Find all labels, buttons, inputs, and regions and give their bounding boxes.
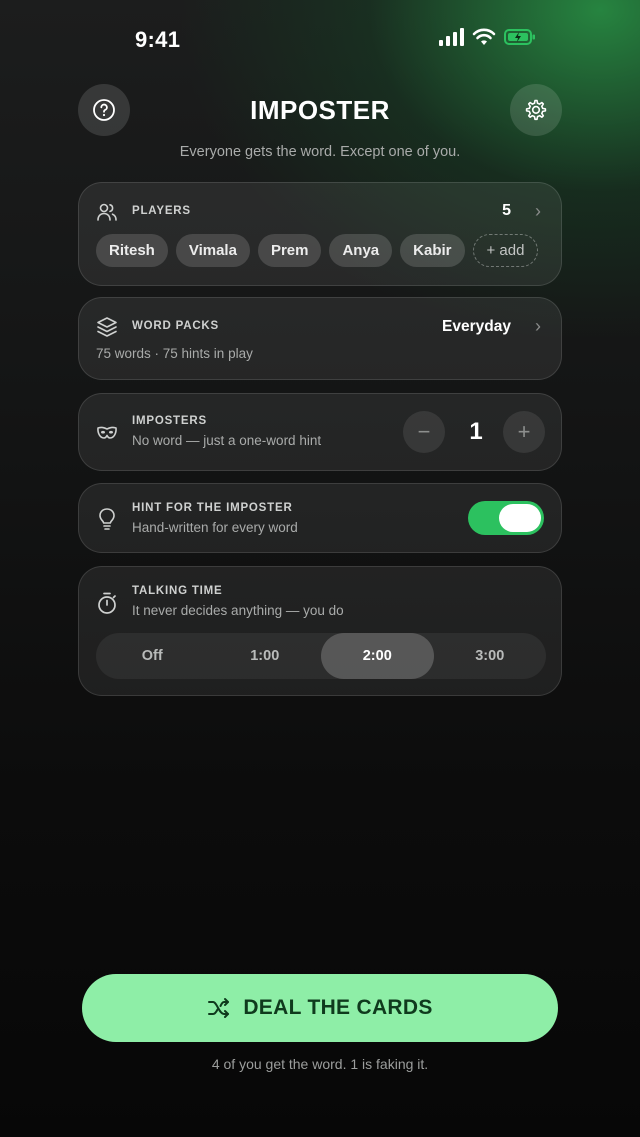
talking-time-label: TALKING TIME bbox=[132, 585, 223, 597]
lightbulb-icon bbox=[95, 507, 119, 531]
status-time: 9:41 bbox=[135, 27, 181, 52]
player-chip[interactable]: Prem bbox=[257, 234, 322, 267]
chevron-right-icon: › bbox=[535, 201, 541, 221]
increase-imposters-button[interactable]: + bbox=[503, 411, 545, 453]
players-count: 5 bbox=[502, 202, 511, 219]
word-packs-card[interactable]: WORD PACKS Everyday › 75 words · 75 hint… bbox=[78, 297, 562, 380]
signal-icon bbox=[439, 28, 464, 46]
player-chip[interactable]: Ritesh bbox=[96, 234, 168, 267]
hint-label: HINT FOR THE IMPOSTER bbox=[132, 502, 293, 514]
hint-description: Hand-written for every word bbox=[132, 520, 298, 535]
stopwatch-icon bbox=[95, 591, 119, 615]
talking-time-card: TALKING TIME It never decides anything —… bbox=[78, 566, 562, 696]
player-chip[interactable]: Kabir bbox=[400, 234, 465, 267]
talking-time-selector: Off 1:00 2:00 3:00 bbox=[96, 633, 546, 679]
deal-cards-button[interactable]: DEAL THE CARDS bbox=[82, 974, 558, 1042]
player-chips: Ritesh Vimala Prem Anya Kabir + add bbox=[96, 234, 539, 267]
imposters-count: 1 bbox=[469, 418, 483, 445]
time-option-3-00[interactable]: 3:00 bbox=[434, 633, 547, 679]
hint-card: HINT FOR THE IMPOSTER Hand-written for e… bbox=[78, 483, 562, 553]
subtitle: Everyone gets the word. Except one of yo… bbox=[179, 144, 461, 160]
mask-icon bbox=[95, 421, 119, 445]
decrease-imposters-button[interactable]: − bbox=[403, 411, 445, 453]
word-packs-label: WORD PACKS bbox=[132, 320, 220, 332]
deal-cards-label: DEAL THE CARDS bbox=[243, 996, 433, 1019]
settings-button[interactable] bbox=[510, 84, 562, 136]
add-player-button[interactable]: + add bbox=[472, 234, 539, 267]
hint-toggle[interactable] bbox=[468, 501, 544, 535]
deal-footnote: 4 of you get the word. 1 is faking it. bbox=[211, 1056, 429, 1072]
time-option-off[interactable]: Off bbox=[96, 633, 209, 679]
word-packs-description: 75 words · 75 hints in play bbox=[96, 346, 253, 361]
layers-icon bbox=[95, 315, 119, 339]
players-card[interactable]: PLAYERS 5 › Ritesh Vimala Prem Anya Kabi… bbox=[78, 182, 562, 286]
toggle-knob bbox=[499, 504, 541, 532]
chevron-right-icon: › bbox=[535, 316, 541, 336]
word-pack-value: Everyday bbox=[442, 318, 511, 335]
imposters-description: No word — just a one-word hint bbox=[132, 433, 322, 448]
time-option-1-00[interactable]: 1:00 bbox=[209, 633, 322, 679]
status-icons bbox=[438, 28, 536, 46]
status-bar: 9:41 bbox=[0, 0, 640, 70]
talking-time-description: It never decides anything — you do bbox=[132, 603, 344, 618]
player-chip[interactable]: Vimala bbox=[175, 234, 250, 267]
players-label: PLAYERS bbox=[132, 205, 191, 217]
gear-icon bbox=[525, 99, 547, 121]
player-chip[interactable]: Anya bbox=[329, 234, 393, 267]
shuffle-icon bbox=[208, 998, 230, 1018]
imposters-card: IMPOSTERS No word — just a one-word hint… bbox=[78, 393, 562, 471]
users-icon bbox=[95, 200, 119, 224]
time-option-2-00[interactable]: 2:00 bbox=[321, 633, 434, 679]
wifi-icon bbox=[472, 28, 496, 45]
imposters-label: IMPOSTERS bbox=[132, 415, 207, 427]
battery-icon bbox=[504, 29, 535, 45]
